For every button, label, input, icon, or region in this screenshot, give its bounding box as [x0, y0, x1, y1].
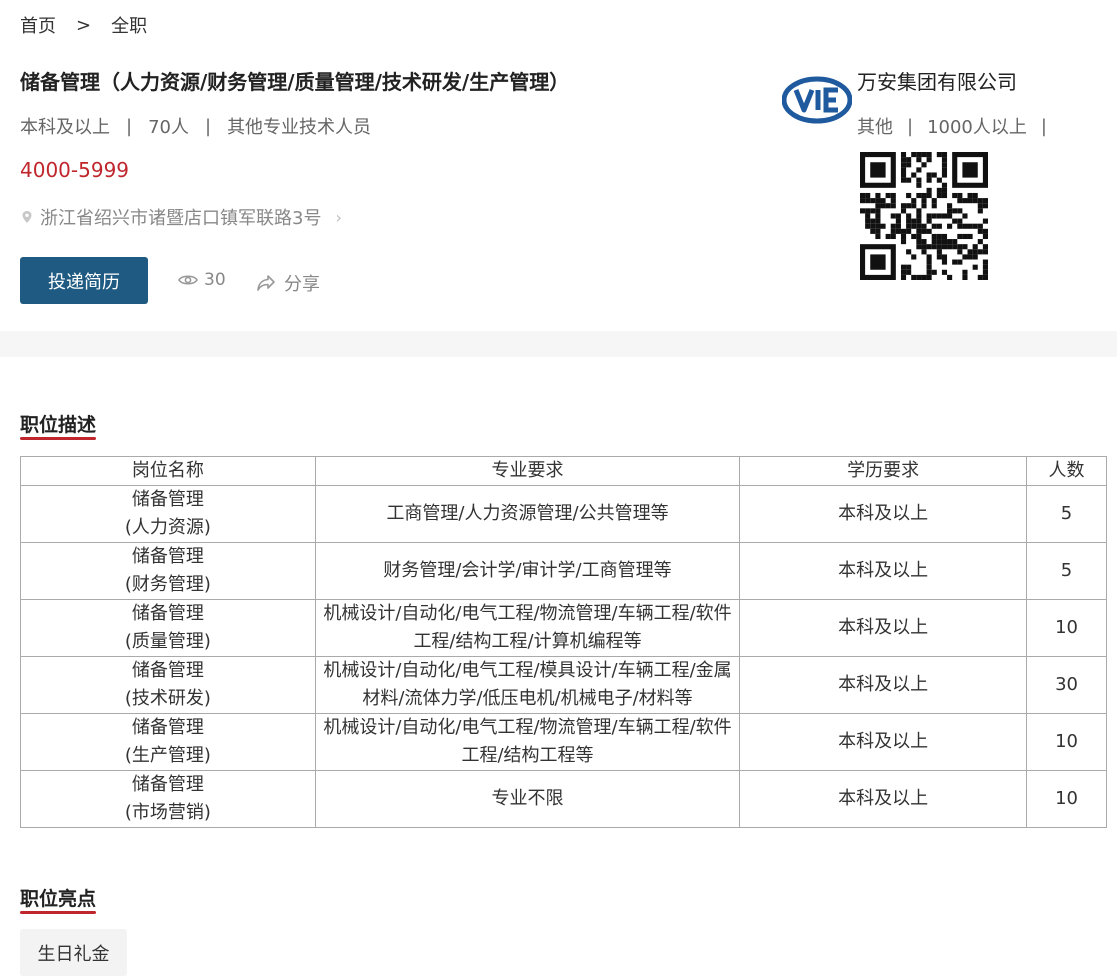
heading-underline: [20, 911, 97, 914]
breadcrumb-separator: >: [76, 14, 92, 36]
qr-code: [860, 152, 988, 280]
positions-table: 岗位名称 专业要求 学历要求 人数 储备管理 (人力资源) 工商管理/人力资源管理…: [20, 456, 1107, 828]
job-description-title: 职位描述: [20, 414, 97, 436]
breadcrumb-home-link[interactable]: 首页: [20, 12, 56, 38]
position-name-cell: 储备管理 (技术研发): [20, 656, 316, 714]
count-cell: 10: [1026, 599, 1107, 657]
view-count: 30: [178, 270, 226, 290]
job-address[interactable]: 浙江省绍兴市诸暨店口镇军联路3号 ›: [20, 204, 342, 230]
education-cell: 本科及以上: [739, 656, 1028, 714]
table-header-cell: 岗位名称: [20, 456, 316, 486]
table-row: 储备管理 (财务管理) 财务管理/会计学/审计学/工商管理等 本科及以上 5: [20, 542, 1107, 600]
education-cell: 本科及以上: [739, 770, 1028, 828]
table-header-cell: 人数: [1026, 456, 1107, 486]
chevron-right-icon: ›: [335, 207, 342, 227]
apply-resume-button[interactable]: 投递简历: [20, 257, 148, 304]
table-row: 储备管理 (技术研发) 机械设计/自动化/电气工程/模具设计/车辆工程/金属材料/…: [20, 656, 1107, 714]
company-logo[interactable]: [782, 76, 852, 124]
company-industry: 其他: [857, 117, 893, 138]
share-icon: [257, 275, 275, 291]
position-name-cell: 储备管理 (人力资源): [20, 485, 316, 543]
table-header-cell: 学历要求: [739, 456, 1028, 486]
table-row: 储备管理 (人力资源) 工商管理/人力资源管理/公共管理等 本科及以上 5: [20, 485, 1107, 543]
table-row: 储备管理 (市场营销) 专业不限 本科及以上 10: [20, 770, 1107, 828]
job-title: 储备管理（人力资源/财务管理/质量管理/技术研发/生产管理）: [20, 70, 570, 94]
count-cell: 30: [1026, 656, 1107, 714]
meta-divider: |: [907, 115, 914, 137]
job-salary: 4000-5999: [20, 158, 130, 182]
education-cell: 本科及以上: [739, 542, 1028, 600]
table-header-row: 岗位名称 专业要求 学历要求 人数: [20, 456, 1107, 486]
major-cell: 机械设计/自动化/电气工程/模具设计/车辆工程/金属材料/流体力学/低压电机/机…: [314, 656, 741, 714]
count-cell: 5: [1026, 542, 1107, 600]
meta-divider: |: [126, 115, 133, 137]
position-name-cell: 储备管理 (生产管理): [20, 713, 316, 771]
meta-divider: |: [204, 115, 212, 137]
heading-underline: [20, 437, 97, 440]
job-headcount: 70人: [148, 117, 189, 138]
job-category: 其他专业技术人员: [227, 117, 372, 138]
major-cell: 专业不限: [314, 770, 741, 828]
position-name-cell: 储备管理 (市场营销): [20, 770, 316, 828]
highlight-tag: 生日礼金: [20, 929, 127, 976]
breadcrumb-current[interactable]: 全职: [111, 12, 147, 38]
education-cell: 本科及以上: [739, 485, 1028, 543]
job-education: 本科及以上: [20, 117, 110, 138]
meta-divider: |: [1040, 115, 1047, 137]
major-cell: 工商管理/人力资源管理/公共管理等: [314, 485, 741, 543]
major-cell: 机械设计/自动化/电气工程/物流管理/车辆工程/软件工程/结构工程等: [314, 713, 741, 771]
table-header-cell: 专业要求: [314, 456, 741, 486]
company-size: 1000人以上: [927, 117, 1027, 138]
company-meta: 其他 | 1000人以上 |: [857, 113, 1061, 139]
count-cell: 5: [1026, 485, 1107, 543]
major-cell: 机械设计/自动化/电气工程/物流管理/车辆工程/软件工程/结构工程/计算机编程等: [314, 599, 741, 657]
breadcrumb: 首页 > 全职: [20, 12, 147, 38]
eye-icon: [178, 275, 198, 285]
position-name-cell: 储备管理 (质量管理): [20, 599, 316, 657]
table-row: 储备管理 (生产管理) 机械设计/自动化/电气工程/物流管理/车辆工程/软件工程/…: [20, 713, 1107, 771]
section-divider-band: [0, 331, 1117, 357]
count-cell: 10: [1026, 770, 1107, 828]
share-button[interactable]: 分享: [256, 270, 320, 296]
position-name-cell: 储备管理 (财务管理): [20, 542, 316, 600]
job-highlights-heading: 职位亮点: [20, 884, 97, 914]
education-cell: 本科及以上: [739, 713, 1028, 771]
job-description-heading: 职位描述: [20, 410, 97, 440]
view-count-value: 30: [204, 270, 226, 290]
table-row: 储备管理 (质量管理) 机械设计/自动化/电气工程/物流管理/车辆工程/软件工程/…: [20, 599, 1107, 657]
job-meta: 本科及以上 | 70人 | 其他专业技术人员: [20, 113, 371, 139]
share-label: 分享: [284, 274, 320, 295]
count-cell: 10: [1026, 713, 1107, 771]
job-highlights-title: 职位亮点: [20, 888, 97, 910]
address-text: 浙江省绍兴市诸暨店口镇军联路3号: [40, 208, 322, 229]
major-cell: 财务管理/会计学/审计学/工商管理等: [314, 542, 741, 600]
company-name[interactable]: 万安集团有限公司: [857, 66, 1017, 95]
education-cell: 本科及以上: [739, 599, 1028, 657]
location-pin-icon: [22, 211, 32, 223]
